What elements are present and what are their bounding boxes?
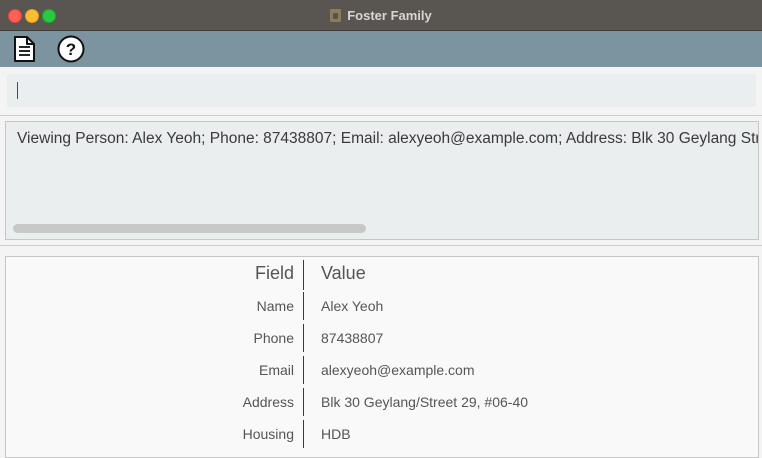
- column-separator: [303, 324, 304, 352]
- command-panel: [0, 67, 762, 115]
- text-caret: [17, 82, 18, 99]
- app-icon: [330, 8, 342, 22]
- help-question-icon: ?: [57, 35, 85, 63]
- horizontal-scrollbar[interactable]: [13, 224, 366, 233]
- result-display[interactable]: Viewing Person: Alex Yeoh; Phone: 874388…: [5, 121, 759, 240]
- column-separator: [303, 420, 304, 448]
- column-separator: [303, 388, 304, 416]
- document-icon: [14, 36, 35, 62]
- result-message: Viewing Person: Alex Yeoh; Phone: 874388…: [17, 130, 759, 147]
- help-button[interactable]: ?: [56, 34, 86, 64]
- row-label-address: Address: [242, 394, 294, 410]
- divider: [0, 115, 762, 116]
- column-header-field: Field: [254, 263, 294, 283]
- row-value-phone: 87438807: [321, 330, 384, 346]
- column-header-value: Value: [321, 263, 366, 283]
- window-title: Foster Family: [347, 7, 432, 23]
- row-label-email: Email: [258, 362, 294, 378]
- person-details-table: Field Value Name Alex Yeoh Phone 8743880…: [5, 256, 759, 458]
- row-label-name: Name: [256, 298, 294, 314]
- help-glyph: ?: [66, 40, 76, 59]
- row-label-housing: Housing: [242, 426, 294, 442]
- column-separator: [303, 292, 304, 320]
- file-menu-button[interactable]: [9, 34, 39, 64]
- row-value-housing: HDB: [321, 426, 351, 442]
- command-input[interactable]: [7, 74, 756, 107]
- divider: [0, 245, 762, 246]
- row-value-address: Blk 30 Geylang/Street 29, #06-40: [321, 394, 529, 410]
- column-separator: [303, 260, 304, 290]
- column-separator: [303, 356, 304, 384]
- row-value-name: Alex Yeoh: [321, 298, 384, 314]
- row-label-phone: Phone: [253, 330, 294, 346]
- window-titlebar: Foster Family: [0, 0, 762, 31]
- toolbar: ?: [0, 31, 762, 67]
- row-value-email: alexyeoh@example.com: [321, 362, 475, 378]
